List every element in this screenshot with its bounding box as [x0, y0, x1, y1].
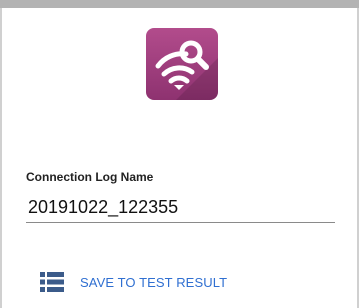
left-border [0, 8, 2, 308]
save-to-test-result-button[interactable]: SAVE TO TEST RESULT [40, 268, 227, 296]
dialog-panel: Connection Log Name SAVE TO TEST RESULT [0, 0, 359, 308]
list-icon [40, 272, 64, 292]
wifi-search-icon [146, 28, 218, 100]
log-name-input[interactable] [26, 195, 335, 223]
save-button-label: SAVE TO TEST RESULT [80, 274, 228, 290]
top-divider [0, 0, 359, 8]
log-name-label: Connection Log Name [26, 170, 154, 184]
